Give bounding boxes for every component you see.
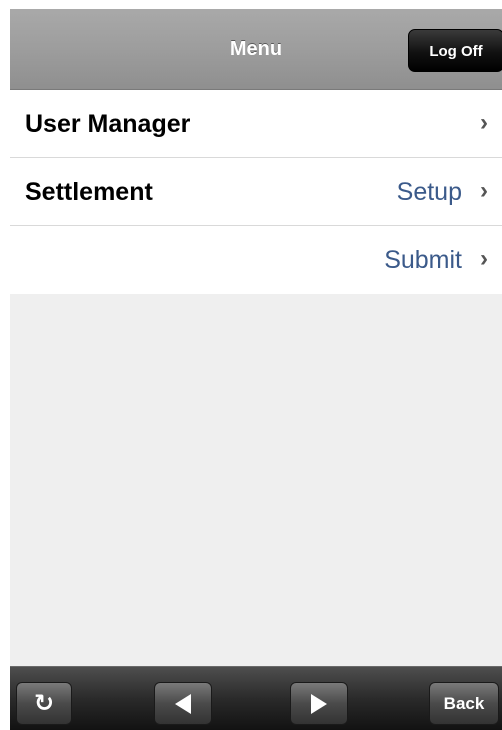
refresh-icon: ↻ [33, 690, 55, 717]
navigation-bar: Menu Log Off [10, 9, 502, 90]
menu-row-settlement-submit[interactable]: Submit › [10, 226, 502, 294]
menu-row-settlement-setup[interactable]: Settlement Setup › [10, 158, 502, 226]
log-off-button[interactable]: Log Off [408, 29, 502, 72]
forward-arrow-button[interactable] [290, 682, 348, 725]
bottom-toolbar: ↻ Back [10, 666, 502, 730]
chevron-right-icon: › [480, 177, 488, 204]
menu-row-label: User Manager [25, 110, 191, 138]
menu-row-value: Submit [384, 246, 462, 274]
app-screen: Menu Log Off User Manager › Settlement S… [10, 9, 502, 730]
menu-row-user-manager[interactable]: User Manager › [10, 90, 502, 158]
menu-row-value: Setup [396, 178, 462, 206]
menu-row-label: Settlement [25, 178, 153, 206]
refresh-button[interactable]: ↻ [16, 682, 72, 725]
back-arrow-icon [175, 693, 191, 714]
chevron-right-icon: › [480, 245, 488, 272]
forward-arrow-icon [311, 693, 327, 714]
menu-list: User Manager › Settlement Setup › Submit… [10, 90, 502, 294]
back-button[interactable]: Back [429, 682, 499, 725]
chevron-right-icon: › [480, 109, 488, 136]
back-arrow-button[interactable] [154, 682, 212, 725]
